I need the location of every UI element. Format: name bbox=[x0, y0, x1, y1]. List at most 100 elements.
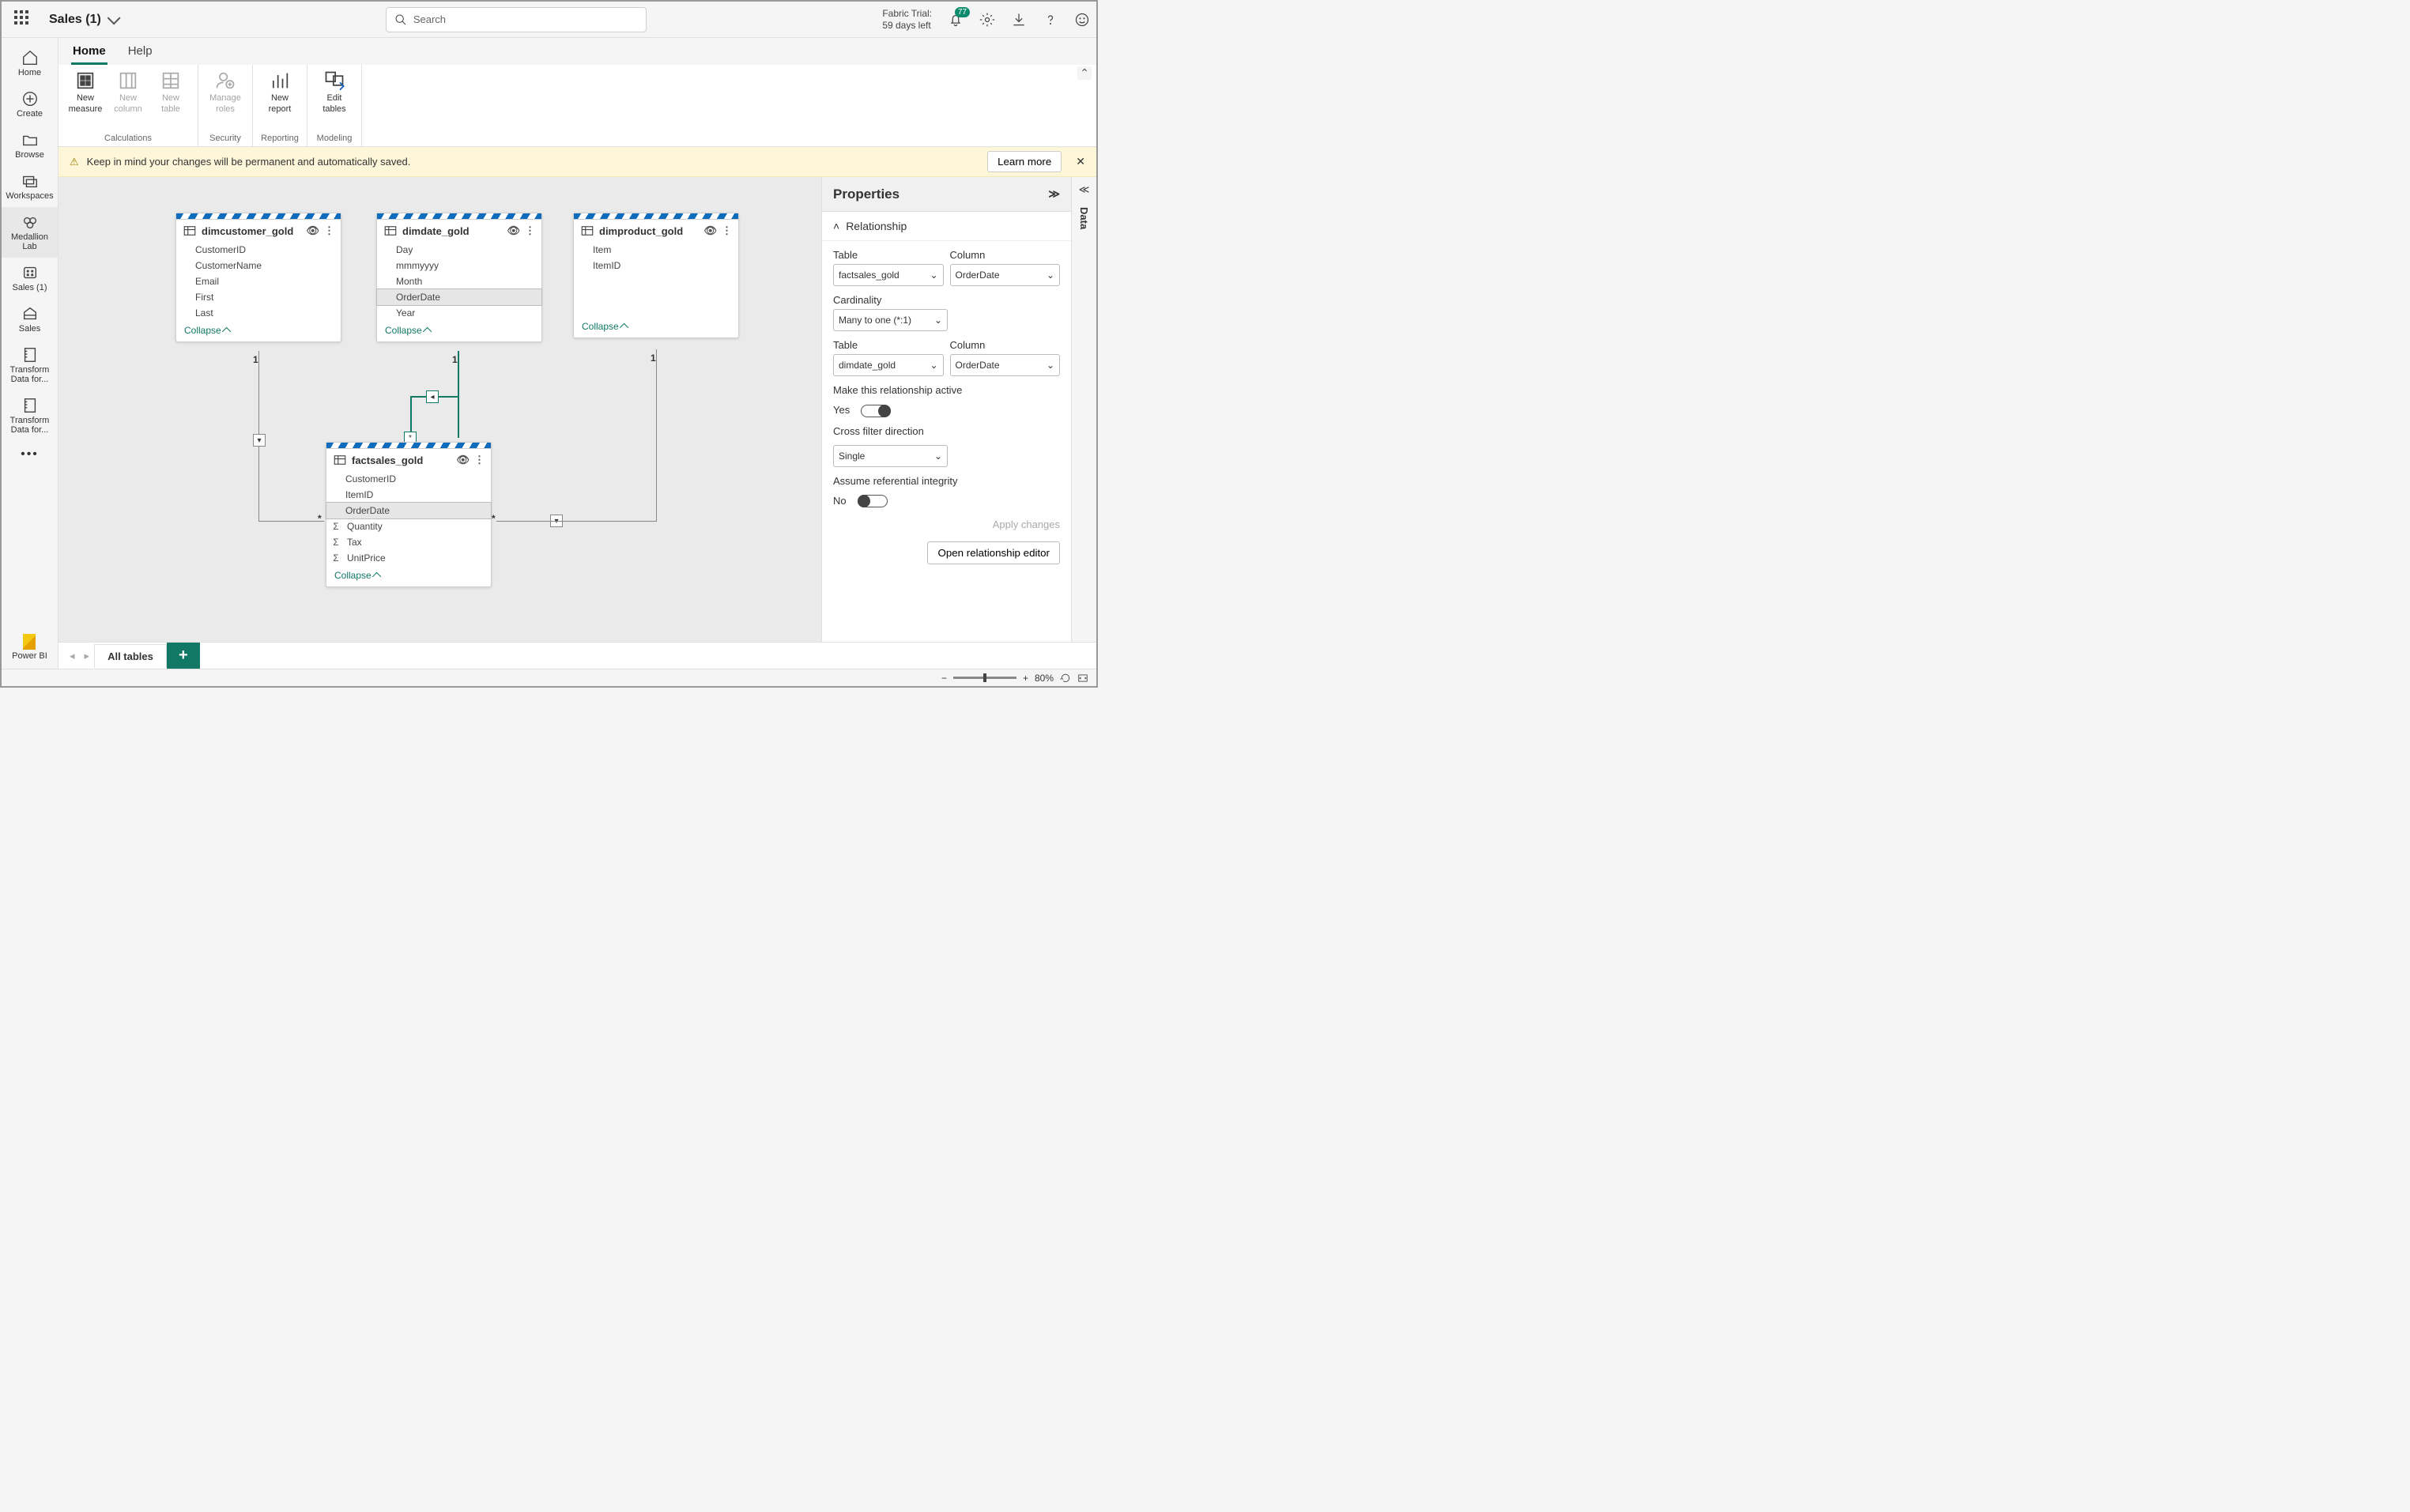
collapse-pane-icon[interactable]: ≫ bbox=[1048, 187, 1060, 201]
trial-status[interactable]: Fabric Trial: 59 days left bbox=[882, 8, 932, 31]
field[interactable]: Day bbox=[377, 242, 541, 258]
ref-integrity-toggle[interactable] bbox=[858, 495, 888, 507]
table-icon bbox=[183, 224, 197, 238]
field[interactable]: CustomerID bbox=[326, 471, 491, 487]
fit-to-page-icon[interactable] bbox=[1077, 673, 1088, 684]
nav-create[interactable]: Create bbox=[2, 84, 58, 125]
new-measure-button[interactable]: Newmeasure bbox=[65, 68, 106, 115]
zoom-slider[interactable] bbox=[953, 677, 1016, 679]
zoom-out[interactable]: − bbox=[941, 673, 947, 684]
from-table-select[interactable]: factsales_gold⌄ bbox=[833, 264, 944, 286]
field[interactable]: Email bbox=[176, 273, 341, 289]
chevron-up-icon bbox=[372, 572, 381, 581]
nav-transform-1[interactable]: Transform Data for... bbox=[2, 340, 58, 390]
cross-filter-select[interactable]: Single⌄ bbox=[833, 445, 948, 467]
prev-page[interactable]: ◂ bbox=[65, 650, 80, 662]
report-icon bbox=[269, 70, 291, 92]
next-page[interactable]: ▸ bbox=[80, 650, 95, 662]
settings-button[interactable] bbox=[979, 12, 995, 28]
nav-more[interactable]: ••• bbox=[2, 441, 58, 468]
help-button[interactable] bbox=[1043, 12, 1058, 28]
field[interactable]: ItemID bbox=[326, 487, 491, 503]
field[interactable]: ΣTax bbox=[326, 534, 491, 550]
nav-medallion-lab[interactable]: Medallion Lab bbox=[2, 207, 58, 258]
field[interactable]: Month bbox=[377, 273, 541, 289]
document-title[interactable]: Sales (1) bbox=[49, 13, 117, 27]
entity-factsales[interactable]: factsales_gold👁⋮ CustomerID ItemID Order… bbox=[326, 442, 492, 587]
field[interactable]: ΣUnitPrice bbox=[326, 550, 491, 566]
field[interactable]: CustomerID bbox=[176, 242, 341, 258]
cardinality-select[interactable]: Many to one (*:1)⌄ bbox=[833, 309, 948, 331]
entity-dimcustomer[interactable]: dimcustomer_gold👁⋮ CustomerID CustomerNa… bbox=[175, 213, 341, 342]
collapse-toggle[interactable]: Collapse bbox=[574, 317, 738, 337]
tab-home[interactable]: Home bbox=[71, 40, 107, 65]
entity-dimproduct[interactable]: dimproduct_gold👁⋮ Item ItemID Collapse bbox=[573, 213, 739, 338]
zoom-in[interactable]: + bbox=[1023, 673, 1028, 684]
eye-icon[interactable]: 👁 bbox=[507, 224, 520, 237]
section-relationship[interactable]: ˄Relationship bbox=[822, 212, 1071, 241]
folder-icon bbox=[21, 131, 39, 149]
nav-transform-2[interactable]: Transform Data for... bbox=[2, 390, 58, 441]
field[interactable]: Year bbox=[377, 305, 541, 321]
more-icon[interactable]: ⋮ bbox=[525, 224, 535, 237]
measure-icon bbox=[74, 70, 96, 92]
refresh-icon[interactable] bbox=[1060, 673, 1071, 684]
eye-icon[interactable]: 👁 bbox=[703, 224, 717, 237]
field[interactable]: ItemID bbox=[574, 258, 738, 273]
feedback-button[interactable] bbox=[1074, 12, 1090, 28]
from-column-select[interactable]: OrderDate⌄ bbox=[950, 264, 1061, 286]
chevron-up-icon bbox=[222, 327, 231, 336]
properties-title: Properties bbox=[833, 187, 900, 202]
field[interactable]: mmmyyyy bbox=[377, 258, 541, 273]
field-selected[interactable]: OrderDate bbox=[376, 288, 542, 306]
new-report-button[interactable]: Newreport bbox=[259, 68, 300, 115]
edit-tables-button[interactable]: Edittables bbox=[314, 68, 355, 115]
field[interactable]: ΣQuantity bbox=[326, 518, 491, 534]
edit-tables-icon bbox=[323, 70, 345, 92]
download-button[interactable] bbox=[1011, 12, 1027, 28]
tab-all-tables[interactable]: All tables bbox=[94, 644, 167, 668]
nav-workspaces[interactable]: Workspaces bbox=[2, 166, 58, 207]
table-icon bbox=[160, 70, 182, 92]
nav-sales[interactable]: Sales bbox=[2, 299, 58, 340]
page-tabs-bar: ◂ ▸ All tables + bbox=[58, 642, 1096, 669]
nav-home[interactable]: Home bbox=[2, 43, 58, 84]
banner-text: Keep in mind your changes will be perman… bbox=[87, 156, 411, 168]
app-launcher-icon[interactable] bbox=[14, 10, 33, 29]
expand-data-pane[interactable]: ≪ bbox=[1079, 183, 1090, 196]
banner-close[interactable]: ✕ bbox=[1076, 155, 1085, 168]
open-relationship-editor-button[interactable]: Open relationship editor bbox=[927, 541, 1060, 564]
collapse-toggle[interactable]: Collapse bbox=[326, 566, 491, 586]
nav-browse[interactable]: Browse bbox=[2, 125, 58, 166]
warning-banner: ⚠ Keep in mind your changes will be perm… bbox=[58, 147, 1096, 177]
notification-badge: 77 bbox=[955, 7, 970, 17]
nav-sales-1[interactable]: Sales (1) bbox=[2, 258, 58, 299]
active-toggle[interactable] bbox=[861, 405, 891, 417]
field[interactable]: Last bbox=[176, 305, 341, 321]
search-input[interactable]: Search bbox=[386, 7, 647, 32]
to-column-select[interactable]: OrderDate⌄ bbox=[950, 354, 1061, 376]
ribbon-collapse[interactable]: ⌃ bbox=[1077, 66, 1092, 80]
tab-help[interactable]: Help bbox=[126, 40, 154, 65]
more-icon[interactable]: ⋮ bbox=[474, 454, 485, 466]
learn-more-button[interactable]: Learn more bbox=[987, 151, 1062, 172]
eye-icon[interactable]: 👁 bbox=[306, 224, 319, 237]
more-icon[interactable]: ⋮ bbox=[722, 224, 732, 237]
field[interactable]: CustomerName bbox=[176, 258, 341, 273]
model-canvas[interactable]: 1 ▾ * 1 ◂ * 1 ▾ * dimcustomer_gold👁⋮ bbox=[58, 177, 821, 642]
collapse-toggle[interactable]: Collapse bbox=[176, 321, 341, 341]
entity-dimdate[interactable]: dimdate_gold👁⋮ Day mmmyyyy Month OrderDa… bbox=[376, 213, 542, 342]
eye-icon[interactable]: 👁 bbox=[456, 454, 470, 466]
add-page-button[interactable]: + bbox=[167, 643, 200, 669]
field[interactable]: Item bbox=[574, 242, 738, 258]
collapse-toggle[interactable]: Collapse bbox=[377, 321, 541, 341]
notifications-button[interactable]: 77 bbox=[948, 12, 964, 28]
field[interactable]: First bbox=[176, 289, 341, 305]
brand-powerbi[interactable]: Power BI bbox=[12, 626, 47, 669]
to-table-select[interactable]: dimdate_gold⌄ bbox=[833, 354, 944, 376]
new-table-button: Newtable bbox=[150, 68, 191, 115]
sigma-icon: Σ bbox=[331, 521, 341, 532]
field-selected[interactable]: OrderDate bbox=[326, 502, 492, 519]
more-icon[interactable]: ⋮ bbox=[324, 224, 334, 237]
data-pane-label[interactable]: Data bbox=[1078, 207, 1090, 229]
